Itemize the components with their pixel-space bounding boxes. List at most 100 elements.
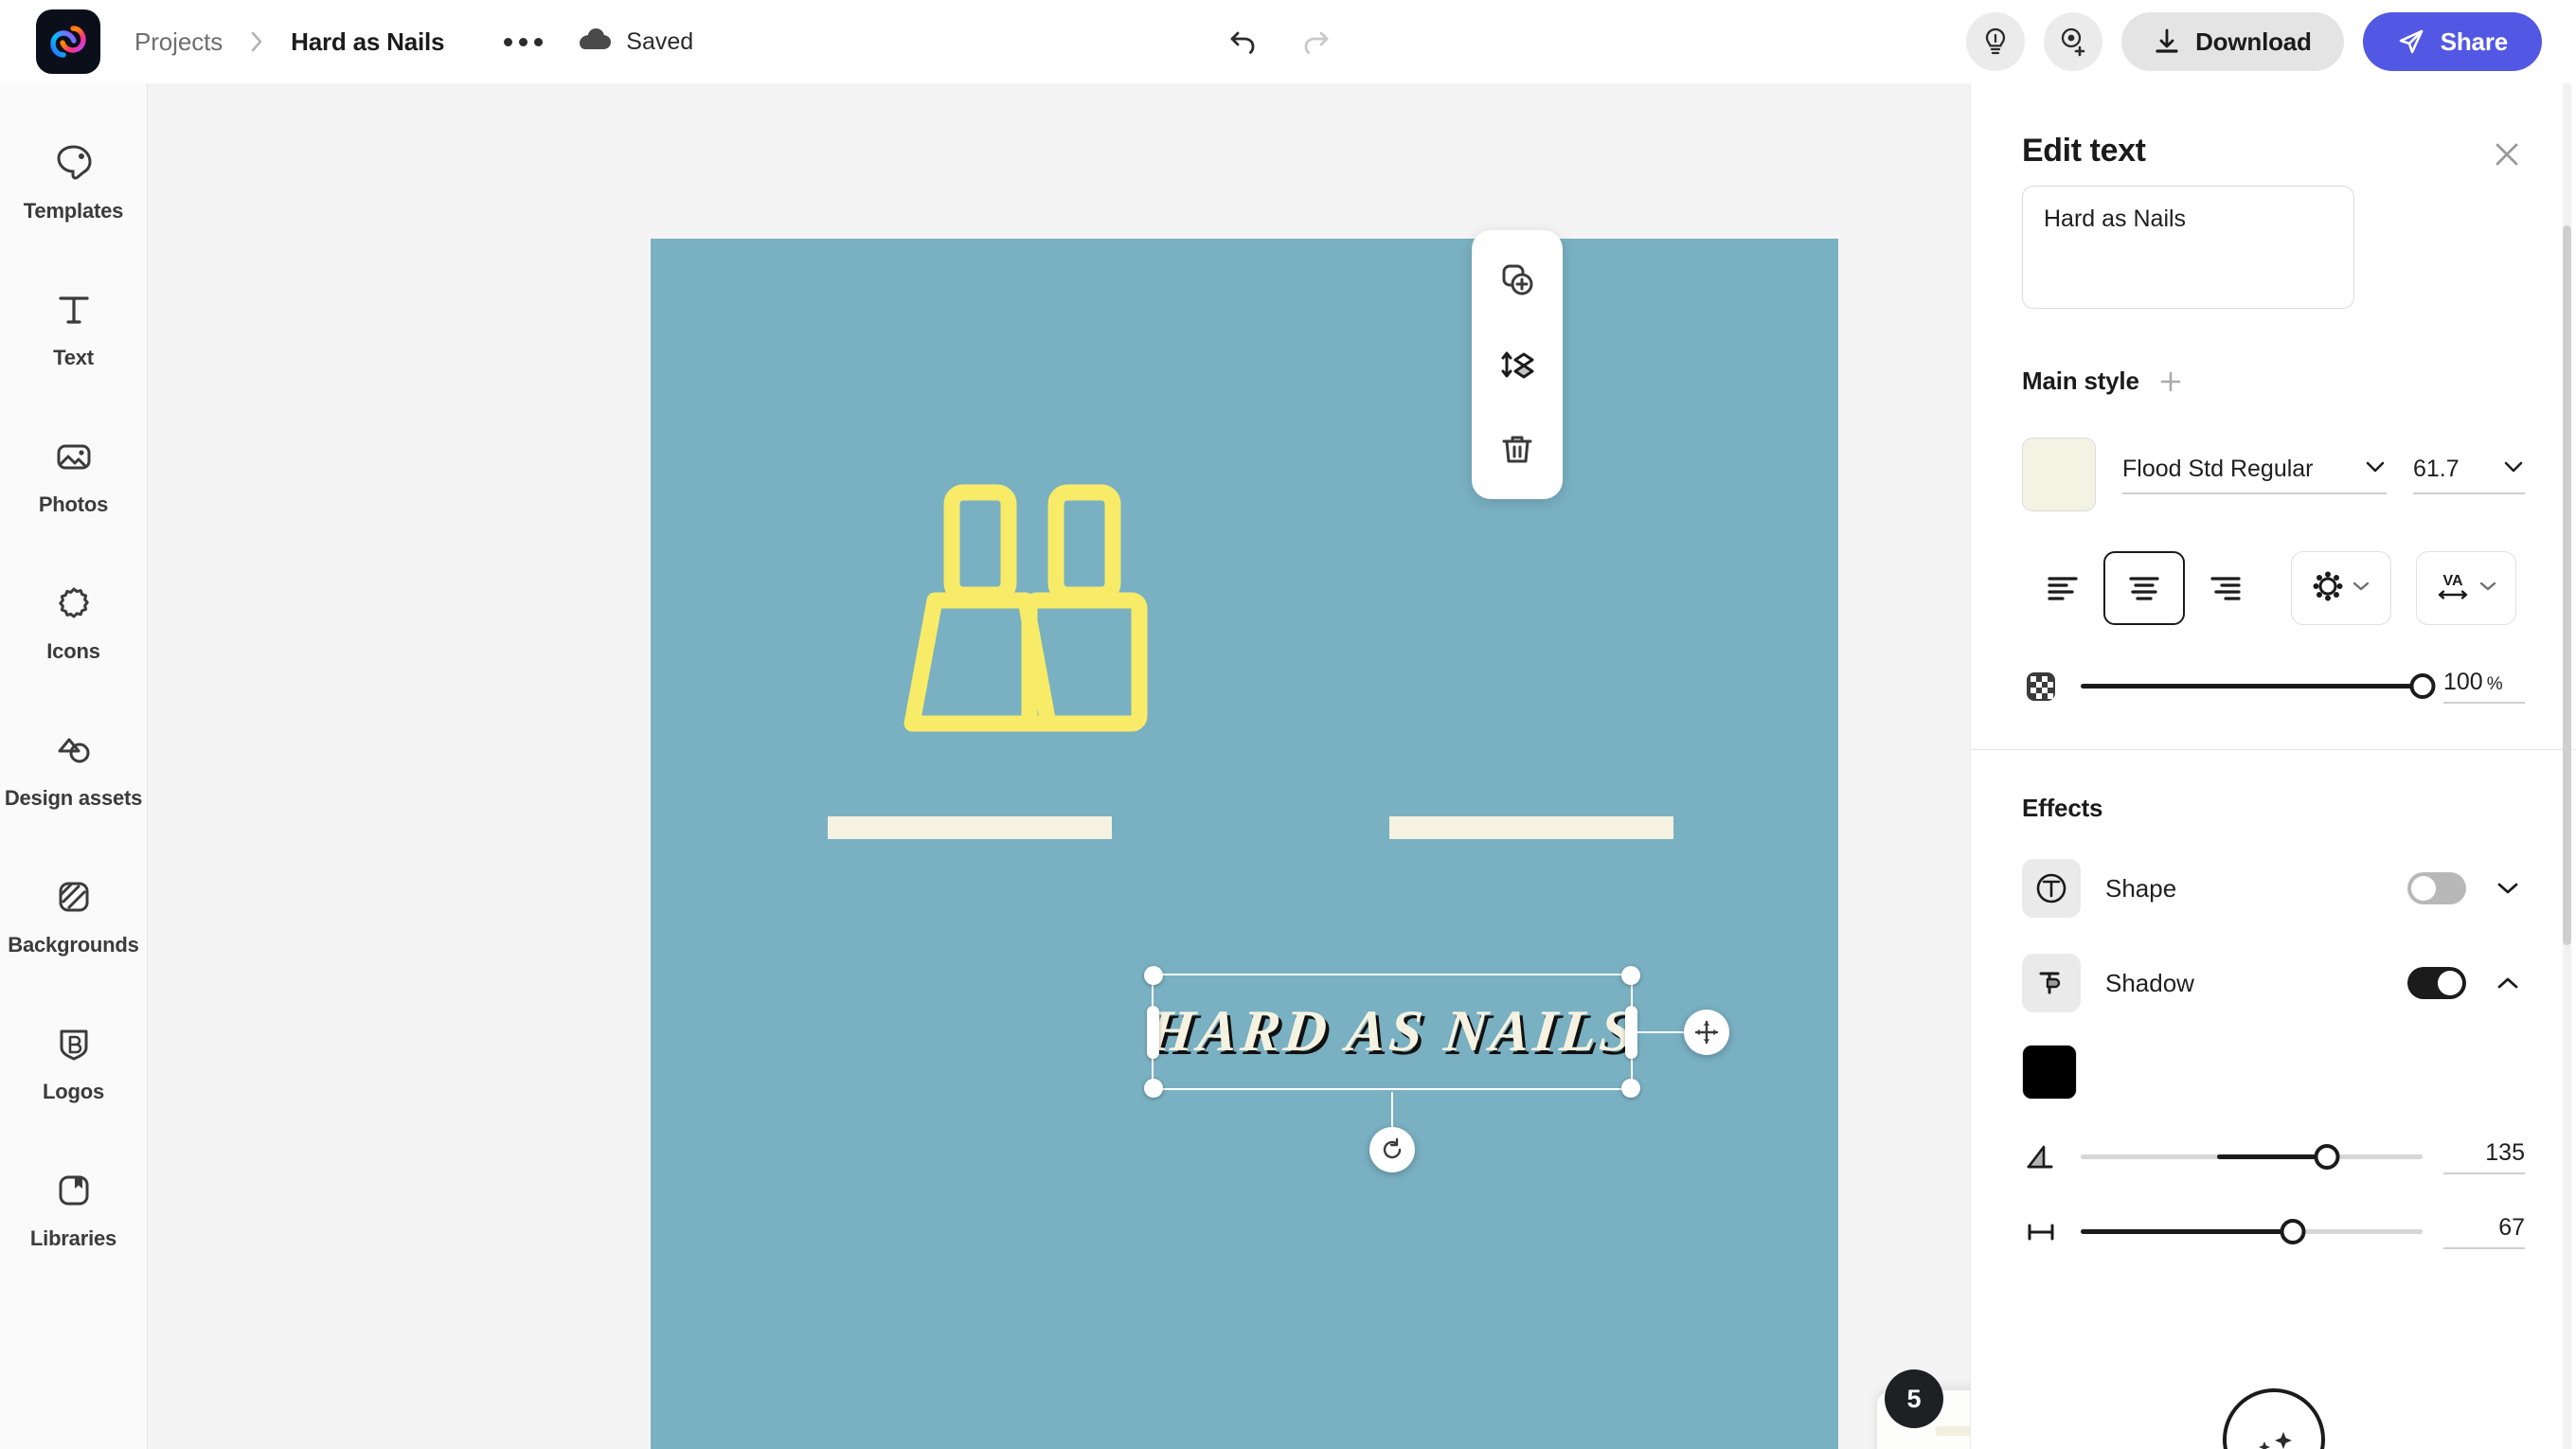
move-icon[interactable]	[1684, 1009, 1729, 1055]
text-shape-icon	[2022, 859, 2081, 918]
opacity-slider-fill	[2081, 684, 2423, 689]
workspace: Templates Text Photos Icons Design asset…	[0, 83, 2576, 1449]
sidebar-item-backgrounds[interactable]: Backgrounds	[0, 844, 148, 991]
rotate-icon[interactable]	[1369, 1127, 1415, 1172]
close-icon[interactable]	[2489, 136, 2525, 172]
page-title[interactable]: Hard as Nails	[291, 27, 444, 57]
download-icon	[2154, 27, 2180, 56]
text-decoration-icon	[2312, 570, 2344, 607]
chevron-up-icon[interactable]	[2491, 966, 2525, 1000]
main-style-row: Main style	[1971, 313, 2576, 396]
share-button-label: Share	[2440, 27, 2508, 56]
sidebar-item-templates[interactable]: Templates	[0, 110, 148, 257]
app-root: Projects Hard as Nails Saved Download Sh…	[0, 0, 2576, 1449]
svg-text:VA: VA	[2442, 573, 2462, 589]
font-family-select[interactable]: Flood Std Regular	[2122, 456, 2387, 494]
chevron-down-icon[interactable]	[2491, 871, 2525, 905]
sidebar-item-icons[interactable]: Icons	[0, 550, 148, 697]
sidebar-item-label: Libraries	[29, 1226, 117, 1250]
delete-icon[interactable]	[1489, 421, 1546, 478]
opacity-value: 100	[2443, 669, 2483, 695]
artboard[interactable]	[651, 239, 1838, 1449]
shadow-distance-row: 67	[2022, 1174, 2525, 1249]
shadow-angle-value[interactable]: 135	[2443, 1139, 2525, 1174]
resize-handle-bottom-left[interactable]	[1144, 1079, 1163, 1098]
text-selection-box[interactable]: HARD AS NAILS	[1144, 966, 1729, 1172]
shadow-settings: 135 67	[1971, 1012, 2576, 1449]
sidebar-item-photos[interactable]: Photos	[0, 403, 148, 550]
breadcrumb: Projects Hard as Nails	[134, 27, 444, 57]
shadow-distance-slider[interactable]	[2081, 1218, 2423, 1246]
panel-header: Edit text	[1971, 83, 2576, 172]
text-decoration-button[interactable]	[2291, 551, 2391, 625]
sidebar-item-logos[interactable]: Logos	[0, 991, 148, 1137]
undo-icon[interactable]	[1222, 20, 1265, 63]
download-button[interactable]: Download	[2121, 12, 2344, 71]
align-left-button[interactable]	[2022, 551, 2103, 625]
sidebar-item-label: Photos	[38, 492, 109, 516]
effect-label-shape: Shape	[2105, 873, 2177, 903]
sparkle-icon[interactable]	[2222, 1388, 2325, 1449]
shadow-toggle[interactable]	[2407, 967, 2466, 999]
text-color-swatch[interactable]	[2022, 438, 2096, 511]
sidebar-item-label: Logos	[43, 1080, 104, 1103]
sidebar-item-design-assets[interactable]: Design assets	[0, 697, 148, 844]
canvas-stage[interactable]: HARD AS NAILS 5	[148, 83, 1970, 1449]
breadcrumb-projects[interactable]: Projects	[134, 27, 223, 57]
page-count-badge[interactable]: 5	[1885, 1369, 1943, 1428]
lightbulb-icon[interactable]	[1966, 12, 2026, 71]
shadow-color-swatch[interactable]	[2022, 1045, 2077, 1100]
ellipsis-icon[interactable]	[497, 23, 548, 61]
sidebar-item-label: Text	[53, 346, 94, 369]
opacity-row: 100 %	[2022, 625, 2525, 749]
canvas-headline-text[interactable]: HARD AS NAILS	[1145, 975, 1639, 1088]
opacity-unit: %	[2486, 674, 2503, 694]
shadow-distance-value[interactable]: 67	[2443, 1214, 2525, 1249]
redo-icon[interactable]	[1294, 20, 1337, 63]
align-right-button[interactable]	[2185, 551, 2266, 625]
download-button-label: Download	[2195, 27, 2312, 56]
font-size-select[interactable]: 61.7	[2413, 456, 2525, 494]
header-actions: Download Share	[1966, 12, 2576, 71]
resize-handle-top-right[interactable]	[1621, 966, 1640, 985]
sidebar-item-label: Backgrounds	[8, 933, 139, 957]
panel-scrollbar-thumb[interactable]	[2563, 225, 2571, 945]
text-shadow-icon	[2022, 954, 2081, 1012]
arrange-layer-icon[interactable]	[1489, 336, 1546, 393]
add-person-icon[interactable]	[2044, 12, 2103, 71]
chevron-down-icon	[2364, 459, 2387, 479]
shadow-distance-knob[interactable]	[2280, 1219, 2306, 1244]
font-family-value: Flood Std Regular	[2122, 455, 2314, 482]
text-style-section: Flood Std Regular 61.7 VA 100 %	[1971, 396, 2576, 749]
sidebar-item-label: Design assets	[4, 786, 143, 810]
adobe-express-logo[interactable]	[36, 9, 100, 74]
letter-spacing-icon: VA	[2435, 570, 2471, 607]
resize-handle-left[interactable]	[1147, 1005, 1159, 1059]
save-status: Saved	[575, 27, 693, 58]
letter-spacing-button[interactable]: VA	[2416, 551, 2516, 625]
sidebar-item-libraries[interactable]: Libraries	[0, 1137, 148, 1284]
share-button[interactable]: Share	[2362, 12, 2542, 71]
shape-toggle[interactable]	[2407, 872, 2466, 904]
backgrounds-icon	[54, 877, 94, 921]
shadow-angle-fill	[2217, 1154, 2327, 1159]
sidebar-item-text[interactable]: Text	[0, 257, 148, 403]
opacity-value-field[interactable]: 100 %	[2443, 669, 2525, 704]
left-sidebar: Templates Text Photos Icons Design asset…	[0, 83, 148, 1449]
resize-handle-top-left[interactable]	[1144, 966, 1163, 985]
opacity-slider-knob[interactable]	[2409, 673, 2436, 699]
resize-handle-bottom-right[interactable]	[1621, 1079, 1640, 1098]
opacity-slider[interactable]	[2081, 672, 2436, 701]
rotate-handle-stem	[1391, 1092, 1393, 1130]
duplicate-icon[interactable]	[1489, 251, 1546, 308]
shadow-angle-knob[interactable]	[2314, 1144, 2340, 1170]
effect-row-shadow: Shadow	[1971, 918, 2576, 1012]
sidebar-item-label: Templates	[23, 199, 124, 223]
chevron-down-icon	[2478, 580, 2497, 598]
alignment-row: VA	[2022, 511, 2525, 625]
plus-icon[interactable]	[2156, 367, 2185, 396]
text-input[interactable]	[2022, 186, 2354, 309]
opacity-checker-icon	[2022, 671, 2060, 703]
align-center-button[interactable]	[2103, 551, 2185, 625]
shadow-angle-slider[interactable]	[2081, 1143, 2423, 1172]
